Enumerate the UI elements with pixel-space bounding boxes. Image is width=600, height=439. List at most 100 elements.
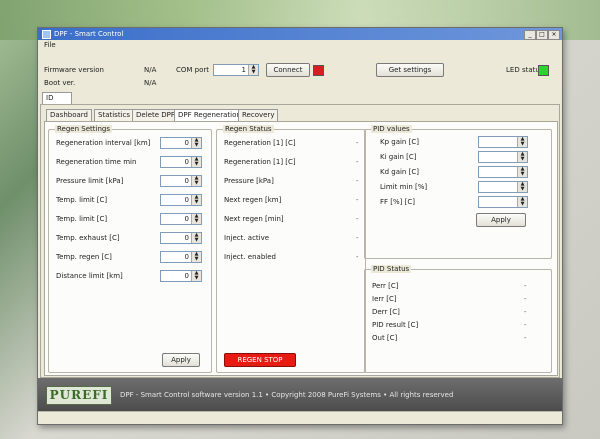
com-port-value: 1 [241, 66, 246, 74]
footer-text: DPF - Smart Control software version 1.1… [120, 391, 454, 399]
status-bar [38, 411, 562, 424]
close-icon[interactable]: × [548, 30, 560, 40]
regen-status-label: Next regen [min] [224, 215, 284, 223]
regen-status-value: - [356, 177, 359, 185]
pid-values-group: PID values [364, 125, 552, 259]
pid-value-label: Ki gain [C] [380, 153, 417, 161]
regen-setting-stepper[interactable]: 0 ▲ ▼ [160, 194, 202, 206]
app-icon [42, 29, 51, 39]
regen-setting-stepper[interactable]: 0 ▲ ▼ [160, 175, 202, 187]
regen-setting-label: Temp. limit [C] [56, 215, 108, 223]
pid-status-value: - [524, 282, 527, 290]
stepper-arrows-icon[interactable]: ▲ ▼ [517, 182, 527, 192]
connect-button[interactable]: Connect [266, 63, 310, 77]
stepper-arrows-icon[interactable]: ▲ ▼ [191, 195, 201, 205]
tab-statistics[interactable]: Statistics [94, 109, 134, 121]
regen-setting-label: Temp. exhaust [C] [56, 234, 120, 242]
regen-settings-apply-button[interactable]: Apply [162, 353, 200, 367]
regen-setting-label: Regeneration interval [km] [56, 139, 151, 147]
menu-file[interactable]: File [44, 41, 56, 49]
regen-setting-label: Distance limit [km] [56, 272, 123, 280]
regen-setting-label: Regeneration time min [56, 158, 137, 166]
regen-setting-value: 0 [184, 196, 189, 204]
regen-status-label: Next regen [km] [224, 196, 282, 204]
pid-value-stepper[interactable]: ▲ ▼ [478, 181, 528, 193]
pid-value-stepper[interactable]: ▲ ▼ [478, 136, 528, 148]
regen-status-value: - [356, 253, 359, 261]
firmware-value: N/A [144, 66, 157, 74]
pid-status-title: PID Status [371, 265, 412, 273]
menu-bar: File [38, 40, 562, 51]
regen-setting-stepper[interactable]: 0 ▲ ▼ [160, 270, 202, 282]
stepper-arrows-icon[interactable]: ▲ ▼ [517, 197, 527, 207]
regen-settings-title: Regen Settings [55, 125, 112, 133]
regen-setting-value: 0 [184, 158, 189, 166]
regen-setting-value: 0 [184, 139, 189, 147]
regen-setting-label: Temp. limit [C] [56, 196, 108, 204]
pid-value-label: Limit min [%] [380, 183, 428, 191]
regen-setting-stepper[interactable]: 0 ▲ ▼ [160, 137, 202, 149]
regen-status-value: - [356, 234, 359, 242]
pid-status-label: PID result [C] [372, 321, 419, 329]
led-status-indicator [538, 65, 549, 76]
boot-value: N/A [144, 79, 157, 87]
tab-recovery[interactable]: Recovery [238, 109, 279, 121]
pid-status-label: Ierr [C] [372, 295, 397, 303]
pid-status-value: - [524, 308, 527, 316]
regen-status-value: - [356, 158, 359, 166]
regen-stop-button[interactable]: REGEN STOP [224, 353, 296, 367]
pid-apply-button[interactable]: Apply [476, 213, 526, 227]
regen-setting-stepper[interactable]: 0 ▲ ▼ [160, 232, 202, 244]
com-port-stepper[interactable]: 1 ▲ ▼ [213, 64, 259, 76]
com-port-label: COM port [176, 66, 210, 74]
stepper-arrows-icon[interactable]: ▲ ▼ [248, 65, 258, 75]
regen-status-value: - [356, 196, 359, 204]
minimize-icon[interactable]: _ [524, 30, 536, 40]
footer: PUREFI DPF - Smart Control software vers… [38, 378, 562, 412]
regen-setting-stepper[interactable]: 0 ▲ ▼ [160, 156, 202, 168]
pid-values-title: PID values [371, 125, 412, 133]
regen-status-value: - [356, 139, 359, 147]
pid-value-label: Kp gain [C] [380, 138, 419, 146]
regen-setting-stepper[interactable]: 0 ▲ ▼ [160, 251, 202, 263]
pid-status-value: - [524, 321, 527, 329]
regen-status-title: Regen Status [223, 125, 274, 133]
regen-status-label: Pressure [kPa] [224, 177, 274, 185]
regen-setting-label: Temp. regen [C] [56, 253, 112, 261]
regen-status-label: Inject. active [224, 234, 270, 242]
pid-value-label: Kd gain [C] [380, 168, 419, 176]
regen-status-label: Regeneration [1] [C] [224, 139, 296, 147]
stepper-arrows-icon[interactable]: ▲ ▼ [191, 214, 201, 224]
pid-status-value: - [524, 295, 527, 303]
stepper-arrows-icon[interactable]: ▲ ▼ [191, 138, 201, 148]
boot-label: Boot ver. [44, 79, 76, 87]
stepper-arrows-icon[interactable]: ▲ ▼ [191, 252, 201, 262]
pid-value-label: FF [%] [C] [380, 198, 415, 206]
window-title: DPF - Smart Control [54, 30, 124, 38]
regen-status-value: - [356, 215, 359, 223]
pid-value-stepper[interactable]: ▲ ▼ [478, 166, 528, 178]
stepper-arrows-icon[interactable]: ▲ ▼ [517, 137, 527, 147]
title-bar: DPF - Smart Control [38, 28, 562, 40]
regen-status-label: Regeneration [1] [C] [224, 158, 296, 166]
pid-value-stepper[interactable]: ▲ ▼ [478, 151, 528, 163]
tab-delete-dpf[interactable]: Delete DPF [132, 109, 179, 121]
stepper-arrows-icon[interactable]: ▲ ▼ [191, 271, 201, 281]
stepper-arrows-icon[interactable]: ▲ ▼ [191, 233, 201, 243]
maximize-icon[interactable]: □ [536, 30, 548, 40]
stepper-arrows-icon[interactable]: ▲ ▼ [191, 176, 201, 186]
pid-value-stepper[interactable]: ▲ ▼ [478, 196, 528, 208]
tab-dashboard[interactable]: Dashboard [46, 109, 92, 121]
regen-setting-label: Pressure limit [kPa] [56, 177, 124, 185]
regen-setting-stepper[interactable]: 0 ▲ ▼ [160, 213, 202, 225]
pid-status-value: - [524, 334, 527, 342]
pid-status-label: Out [C] [372, 334, 398, 342]
stepper-arrows-icon[interactable]: ▲ ▼ [517, 152, 527, 162]
purefi-logo: PUREFI [46, 386, 112, 405]
regen-setting-value: 0 [184, 234, 189, 242]
regen-status-label: Inject. enabled [224, 253, 276, 261]
stepper-arrows-icon[interactable]: ▲ ▼ [191, 157, 201, 167]
stepper-arrows-icon[interactable]: ▲ ▼ [517, 167, 527, 177]
get-settings-button[interactable]: Get settings [376, 63, 444, 77]
pid-status-label: Perr [C] [372, 282, 399, 290]
